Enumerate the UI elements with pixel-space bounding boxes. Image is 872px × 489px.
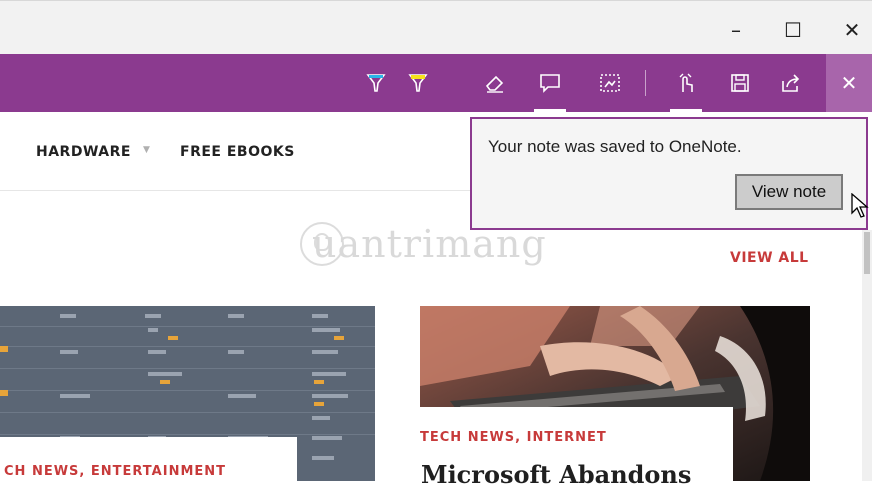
nav-item-free-ebooks[interactable]: FREE EBOOKS (180, 144, 295, 160)
highlighter-icon (408, 74, 428, 92)
article-category[interactable]: CH NEWS, ENTERTAINMENT (4, 464, 226, 479)
view-note-button[interactable]: View note (735, 174, 843, 210)
view-all-link[interactable]: VIEW ALL (730, 250, 809, 266)
highlighter-tool-button[interactable] (398, 54, 438, 112)
onenote-saved-popup: Your note was saved to OneNote. View not… (470, 117, 868, 230)
save-icon (731, 74, 749, 92)
article-title[interactable]: Microsoft Abandons (421, 460, 691, 489)
scrollbar-thumb[interactable] (864, 232, 870, 274)
chevron-down-icon: ▼ (143, 145, 150, 155)
mouse-cursor-icon (851, 193, 869, 218)
eraser-tool-button[interactable] (475, 54, 515, 112)
close-window-button[interactable]: ✕ (829, 15, 872, 45)
clip-icon (600, 74, 620, 92)
eraser-icon (485, 75, 504, 93)
save-note-button[interactable] (720, 54, 760, 112)
pen-tool-button[interactable] (356, 54, 396, 112)
window-title-bar: – ☐ ✕ (0, 0, 872, 55)
share-button[interactable] (771, 54, 811, 112)
nav-item-hardware[interactable]: HARDWARE (36, 144, 131, 160)
article-card[interactable]: CH NEWS, ENTERTAINMENT (0, 437, 297, 481)
minimize-button[interactable]: – (713, 15, 759, 45)
article-card[interactable]: TECH NEWS, INTERNET Microsoft Abandons (407, 407, 733, 489)
article-category[interactable]: TECH NEWS, INTERNET (420, 430, 607, 445)
clip-tool-button[interactable] (590, 54, 630, 112)
close-icon: ✕ (840, 71, 858, 95)
exit-notes-button[interactable]: ✕ (826, 54, 872, 112)
popup-message: Your note was saved to OneNote. (488, 137, 742, 156)
maximize-button[interactable]: ☐ (770, 15, 816, 45)
pen-icon (366, 74, 386, 92)
comment-icon (540, 74, 560, 93)
toolbar-divider (645, 70, 646, 96)
web-note-toolbar: ✕ (0, 54, 872, 112)
comment-tool-button[interactable] (530, 54, 570, 112)
touch-write-icon (679, 73, 693, 92)
share-icon (782, 74, 800, 92)
touch-write-button[interactable] (666, 54, 706, 112)
